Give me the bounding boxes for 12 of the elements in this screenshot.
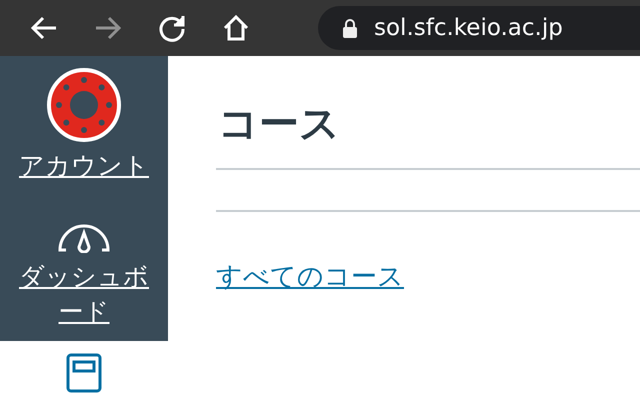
sidebar-item[interactable]: アカウント <box>0 56 168 195</box>
book-icon <box>64 353 104 393</box>
avatar-icon <box>47 68 121 142</box>
page-heading: コース <box>218 100 341 148</box>
reload-icon <box>157 13 187 43</box>
home-icon <box>222 14 250 42</box>
address-bar[interactable]: sol.sfc.keio.ac.jp <box>318 6 640 50</box>
sidebar-item[interactable]: ダッシュボード <box>0 207 168 341</box>
address-text: sol.sfc.keio.ac.jp <box>374 14 563 43</box>
all-courses-link[interactable]: すべてのコース <box>216 258 404 297</box>
lock-icon <box>342 18 358 38</box>
sidebar-item[interactable] <box>0 341 168 400</box>
